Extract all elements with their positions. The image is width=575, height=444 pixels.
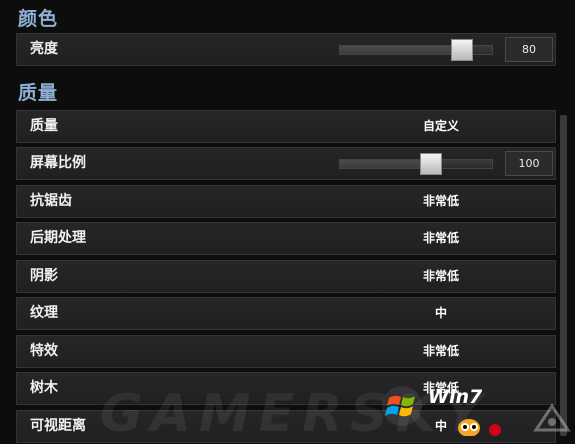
post-processing-value[interactable]: 非常低 (387, 223, 495, 254)
brightness-slider[interactable] (339, 39, 493, 61)
section-title-quality: 质量 (18, 82, 59, 104)
row-post-processing[interactable]: 后期处理 非常低 (16, 222, 556, 255)
textures-value[interactable]: 中 (387, 298, 495, 329)
brightness-slider-fill (340, 46, 462, 54)
quality-value[interactable]: 自定义 (387, 111, 495, 142)
row-label-textures: 纹理 (30, 305, 58, 321)
row-label-view-distance: 可视距离 (30, 418, 86, 434)
row-quality[interactable]: 质量 自定义 (16, 110, 556, 143)
effects-value[interactable]: 非常低 (387, 336, 495, 367)
row-effects[interactable]: 特效 非常低 (16, 335, 556, 368)
section-title-color: 颜色 (18, 8, 59, 30)
row-shadows[interactable]: 阴影 非常低 (16, 260, 556, 293)
windows-logo-icon (382, 386, 422, 426)
row-brightness: 亮度 80 (16, 33, 556, 66)
brightness-value-box[interactable]: 80 (505, 37, 553, 62)
row-label-screen-scale: 屏幕比例 (30, 155, 86, 171)
row-textures[interactable]: 纹理 中 (16, 297, 556, 330)
screen-scale-slider-thumb[interactable] (420, 153, 443, 175)
screen-scale-value-box[interactable]: 100 (505, 151, 553, 176)
row-label-foliage: 树木 (30, 380, 58, 396)
row-label-effects: 特效 (30, 343, 58, 359)
row-label-anti-aliasing: 抗锯齿 (30, 193, 72, 209)
mascot-icon (458, 419, 501, 436)
brightness-slider-thumb[interactable] (450, 39, 473, 61)
row-screen-scale: 屏幕比例 100 (16, 147, 556, 180)
shadows-value[interactable]: 非常低 (387, 261, 495, 292)
screen-scale-slider[interactable] (339, 153, 493, 175)
win7-logo-text: Win7 (428, 386, 483, 408)
row-label-brightness: 亮度 (30, 41, 58, 57)
scrollbar[interactable] (560, 115, 567, 436)
row-label-shadows: 阴影 (30, 268, 58, 284)
row-label-quality: 质量 (30, 118, 58, 134)
row-anti-aliasing[interactable]: 抗锯齿 非常低 (16, 185, 556, 218)
row-label-post-processing: 后期处理 (30, 230, 86, 246)
screen-scale-slider-fill (340, 160, 432, 168)
corner-logo-icon (533, 403, 571, 432)
anti-aliasing-value[interactable]: 非常低 (387, 186, 495, 217)
